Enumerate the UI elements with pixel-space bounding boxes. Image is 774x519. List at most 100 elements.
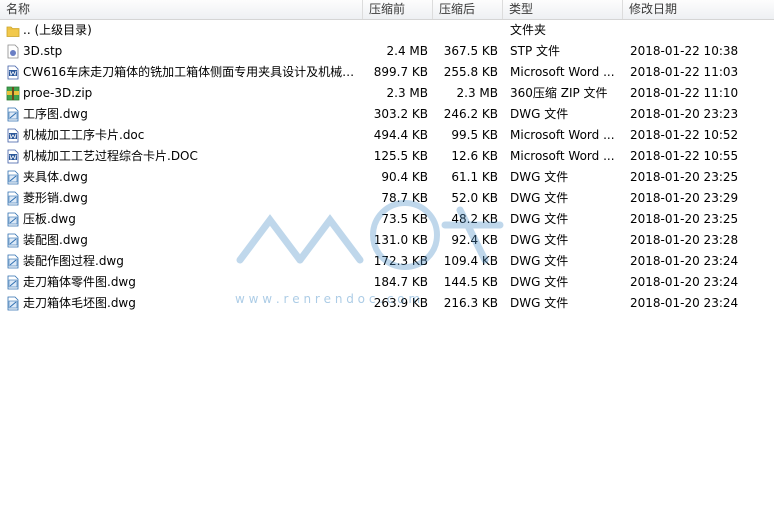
file-name: 工序图.dwg: [23, 107, 88, 121]
file-name-cell: 走刀箱体毛坯图.dwg: [4, 293, 364, 314]
modified-date: 2018-01-20 23:29: [630, 191, 739, 205]
original-size: 48.2 KB: [451, 212, 498, 226]
modified-date: 2018-01-20 23:28: [630, 233, 739, 247]
file-name-cell: 机械加工工序卡片.doc: [4, 125, 364, 146]
file-type: DWG 文件: [510, 275, 569, 289]
zip-file-icon: [6, 86, 20, 101]
original-size: 216.3 KB: [443, 296, 498, 310]
original-size: 61.1 KB: [451, 170, 498, 184]
file-name-cell: 装配图.dwg: [4, 230, 364, 251]
original-size: 246.2 KB: [443, 107, 498, 121]
dwg-file-icon: [6, 254, 20, 269]
dwg-file-icon: [6, 191, 20, 206]
original-size: 144.5 KB: [443, 275, 498, 289]
file-type: DWG 文件: [510, 107, 569, 121]
file-name-cell: 工序图.dwg: [4, 104, 364, 125]
file-row[interactable]: CW616车床走刀箱体的铣加工箱体侧面专用夹具设计及机械加... 899.7 KB…: [0, 62, 774, 83]
file-type: Microsoft Word ...: [510, 128, 615, 142]
file-name-cell: 菱形销.dwg: [4, 188, 364, 209]
file-row[interactable]: 3D.stp 2.4 MB 367.5 KB STP 文件 2018-01-22 10:…: [0, 41, 774, 62]
compressed-size: 172.3 KB: [373, 254, 428, 268]
file-type: DWG 文件: [510, 254, 569, 268]
file-name: 菱形销.dwg: [23, 191, 88, 205]
file-name-cell: CW616车床走刀箱体的铣加工箱体侧面专用夹具设计及机械加...: [4, 62, 364, 83]
modified-date: 2018-01-20 23:25: [630, 212, 739, 226]
compressed-size: 2.4 MB: [386, 44, 428, 58]
file-type: DWG 文件: [510, 212, 569, 226]
file-row[interactable]: 机械加工工序卡片.doc 494.4 KB 99.5 KB Microsoft Wor…: [0, 125, 774, 146]
original-size: 255.8 KB: [443, 65, 498, 79]
original-size: 12.6 KB: [451, 149, 498, 163]
file-name-cell: 装配作图过程.dwg: [4, 251, 364, 272]
dwg-file-icon: [6, 296, 20, 311]
word-file-icon: [6, 149, 20, 164]
file-name: 夹具体.dwg: [23, 170, 88, 184]
file-row[interactable]: 机械加工工艺过程综合卡片.DOC 125.5 KB 12.6 KB Microsoft…: [0, 146, 774, 167]
modified-date: 2018-01-20 23:25: [630, 170, 739, 184]
dwg-file-icon: [6, 107, 20, 122]
file-name-cell: 压板.dwg: [4, 209, 364, 230]
file-row[interactable]: 装配图.dwg 131.0 KB 92.4 KB DWG 文件 2018-01-20 2…: [0, 230, 774, 251]
file-row[interactable]: 压板.dwg 73.5 KB 48.2 KB DWG 文件 2018-01-20 23:…: [0, 209, 774, 230]
compressed-size: 899.7 KB: [373, 65, 428, 79]
file-type: STP 文件: [510, 44, 560, 58]
original-size: 92.4 KB: [451, 233, 498, 247]
file-name-cell: 夹具体.dwg: [4, 167, 364, 188]
file-row[interactable]: 装配作图过程.dwg 172.3 KB 109.4 KB DWG 文件 2018-01-…: [0, 251, 774, 272]
modified-date: 2018-01-22 10:52: [630, 128, 739, 142]
original-size: 367.5 KB: [443, 44, 498, 58]
file-row[interactable]: 工序图.dwg 303.2 KB 246.2 KB DWG 文件 2018-01-20 …: [0, 104, 774, 125]
column-header-original[interactable]: 压缩后: [433, 0, 503, 19]
column-header-modified[interactable]: 修改日期: [623, 0, 774, 19]
file-name: 装配作图过程.dwg: [23, 254, 124, 268]
file-row[interactable]: 夹具体.dwg 90.4 KB 61.1 KB DWG 文件 2018-01-20 23…: [0, 167, 774, 188]
file-type: DWG 文件: [510, 170, 569, 184]
modified-date: [630, 20, 770, 41]
modified-date: 2018-01-22 11:10: [630, 86, 739, 100]
file-row[interactable]: .. (上级目录) 文件夹: [0, 20, 774, 41]
modified-date: 2018-01-22 10:55: [630, 149, 739, 163]
compressed-size: 494.4 KB: [373, 128, 428, 142]
compressed-size: 263.9 KB: [373, 296, 428, 310]
original-size: 109.4 KB: [443, 254, 498, 268]
modified-date: 2018-01-20 23:24: [630, 275, 739, 289]
file-name: 机械加工工序卡片.doc: [23, 128, 145, 142]
compressed-size: 131.0 KB: [373, 233, 428, 247]
compressed-size: 73.5 KB: [381, 212, 428, 226]
column-header-compressed[interactable]: 压缩前: [363, 0, 433, 19]
word-file-icon: [6, 65, 20, 80]
modified-date: 2018-01-20 23:23: [630, 107, 739, 121]
original-size: 99.5 KB: [451, 128, 498, 142]
compressed-size: [366, 20, 428, 41]
word-file-icon: [6, 128, 20, 143]
original-size: [436, 20, 498, 41]
compressed-size: 90.4 KB: [381, 170, 428, 184]
file-name: 装配图.dwg: [23, 233, 88, 247]
file-type: DWG 文件: [510, 191, 569, 205]
file-name: CW616车床走刀箱体的铣加工箱体侧面专用夹具设计及机械加...: [23, 65, 363, 79]
compressed-size: 2.3 MB: [386, 86, 428, 100]
compressed-size: 184.7 KB: [373, 275, 428, 289]
file-row[interactable]: 走刀箱体毛坯图.dwg 263.9 KB 216.3 KB DWG 文件 2018-01…: [0, 293, 774, 314]
column-header-type[interactable]: 类型: [503, 0, 623, 19]
file-type: DWG 文件: [510, 233, 569, 247]
compressed-size: 303.2 KB: [373, 107, 428, 121]
modified-date: 2018-01-22 11:03: [630, 65, 739, 79]
file-name-cell: 3D.stp: [4, 41, 364, 62]
folder-icon: [6, 23, 20, 38]
dwg-file-icon: [6, 275, 20, 290]
file-row[interactable]: 走刀箱体零件图.dwg 184.7 KB 144.5 KB DWG 文件 2018-01…: [0, 272, 774, 293]
file-row[interactable]: proe-3D.zip 2.3 MB 2.3 MB 360压缩 ZIP 文件 2018-…: [0, 83, 774, 104]
column-header-bar: 名称 压缩前 压缩后 类型 修改日期: [0, 0, 774, 20]
modified-date: 2018-01-22 10:38: [630, 44, 739, 58]
file-name-cell: 机械加工工艺过程综合卡片.DOC: [4, 146, 364, 167]
file-row[interactable]: 菱形销.dwg 78.7 KB 52.0 KB DWG 文件 2018-01-20 23…: [0, 188, 774, 209]
original-size: 52.0 KB: [451, 191, 498, 205]
dwg-file-icon: [6, 212, 20, 227]
file-type: Microsoft Word ...: [510, 65, 615, 79]
file-type: Microsoft Word ...: [510, 149, 615, 163]
column-header-name[interactable]: 名称: [0, 0, 363, 19]
file-type: 文件夹: [510, 23, 547, 37]
compressed-size: 78.7 KB: [381, 191, 428, 205]
dwg-file-icon: [6, 233, 20, 248]
